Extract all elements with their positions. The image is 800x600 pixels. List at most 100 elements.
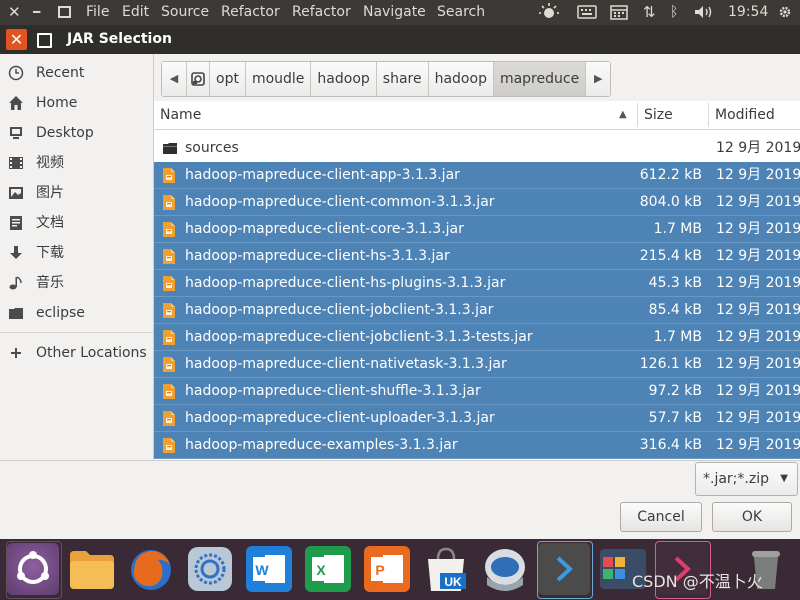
folder-icon [162,140,177,157]
file-name: hadoop-mapreduce-examples-3.1.3.jar [185,437,458,453]
sidebar-item-pictures[interactable]: 图片 [0,178,153,208]
calendar-icon[interactable] [610,0,628,25]
sidebar-item-documents[interactable]: 文档 [0,208,153,238]
file-size: 1.7 MB [653,221,702,237]
installer-icon[interactable] [479,543,531,595]
column-divider[interactable] [708,103,709,127]
list-item[interactable]: hadoop-mapreduce-client-common-3.1.3.jar… [154,189,800,216]
vscode-icon[interactable] [538,543,590,595]
list-item[interactable]: hadoop-mapreduce-client-uploader-3.1.3.j… [154,405,800,432]
jar-file-icon [162,383,176,400]
file-modified: 12 9月 2019 [716,437,800,453]
path-segment-moudle[interactable]: moudle [245,62,312,96]
path-segment-share[interactable]: share [376,62,429,96]
file-name: hadoop-mapreduce-client-common-3.1.3.jar [185,194,495,210]
minimize-window-icon[interactable]: ━ [33,0,40,25]
cancel-button[interactable]: Cancel [620,502,702,532]
clock[interactable]: 19:54 [728,0,768,25]
path-segment-hadoop-2[interactable]: hadoop [428,62,494,96]
sidebar-item-desktop[interactable]: Desktop [0,118,153,148]
menu-refactor[interactable]: Refactor [221,0,280,25]
sidebar-item-eclipse[interactable]: eclipse [0,298,153,328]
dialog-title: JAR Selection [67,31,172,47]
file-size: 57.7 kB [648,410,702,426]
menu-file[interactable]: File [86,0,109,25]
list-item[interactable]: hadoop-mapreduce-client-jobclient-3.1.3.… [154,297,800,324]
svg-text:UK: UK [444,575,462,589]
restore-window-icon[interactable] [58,0,71,25]
jar-file-icon [162,356,176,373]
path-segment-hadoop[interactable]: hadoop [311,62,377,96]
column-divider[interactable] [637,103,638,127]
path-root-button[interactable] [187,62,210,96]
sidebar-divider [0,332,153,333]
jar-file-icon [162,329,176,346]
places-sidebar: Recent Home Desktop 视频 图片 文档 下载 音乐 eclip… [0,54,154,460]
list-item[interactable]: hadoop-mapreduce-examples-3.1.3.jar 316.4… [154,432,800,459]
close-dialog-button[interactable]: ✕ [6,29,27,50]
music-icon [8,275,24,291]
path-scroll-right-button[interactable]: ▶ [586,62,611,96]
menu-source[interactable]: Source [161,0,209,25]
dialog-titlebar: ✕ JAR Selection [0,25,800,54]
volume-icon[interactable] [694,0,714,25]
ubuntu-icon[interactable] [7,543,59,595]
jar-file-icon [162,194,176,211]
path-scroll-left-button[interactable]: ◀ [162,62,187,96]
sidebar-item-recent[interactable]: Recent [0,58,153,88]
impress-icon[interactable]: P [361,543,413,595]
sidebar-item-videos[interactable]: 视频 [0,148,153,178]
power-gear-icon[interactable] [778,0,792,25]
sort-ascending-icon[interactable]: ▲ [619,101,627,129]
menu-navigate[interactable]: Navigate [363,0,426,25]
home-icon [8,95,24,111]
list-item-folder[interactable]: sources 12 9月 2019 [154,135,800,162]
sidebar-item-other-locations[interactable]: Other Locations [0,338,153,368]
sidebar-item-music[interactable]: 音乐 [0,268,153,298]
file-modified: 12 9月 2019 [716,194,800,210]
path-segment-mapreduce[interactable]: mapreduce [493,62,587,96]
list-item[interactable]: hadoop-mapreduce-client-app-3.1.3.jar 612… [154,162,800,189]
close-window-icon[interactable]: ✕ [8,0,21,25]
ok-button[interactable]: OK [712,502,792,532]
calc-icon[interactable]: X [302,543,354,595]
menu-edit[interactable]: Edit [122,0,149,25]
browser-icon[interactable] [184,543,236,595]
sidebar-item-downloads[interactable]: 下载 [0,238,153,268]
file-modified: 12 9月 2019 [716,167,800,183]
sidebar-item-label: 音乐 [36,275,64,291]
sidebar-item-home[interactable]: Home [0,88,153,118]
list-item[interactable]: hadoop-mapreduce-client-hs-plugins-3.1.3… [154,270,800,297]
list-item[interactable]: hadoop-mapreduce-client-nativetask-3.1.3… [154,351,800,378]
menu-search[interactable]: Search [437,0,485,25]
jar-file-icon [162,221,176,238]
files-icon[interactable] [66,543,118,595]
sidebar-item-label: 图片 [36,185,64,201]
file-size: 612.2 kB [639,167,702,183]
writer-icon[interactable]: W [243,543,295,595]
chevron-down-icon: ▼ [780,473,788,484]
file-size: 45.3 kB [648,275,702,291]
path-bar: ◀ opt moudle hadoop share hadoop mapredu… [161,61,612,97]
bluetooth-icon[interactable]: ᛒ [670,0,678,25]
firefox-icon[interactable] [125,543,177,595]
file-modified: 12 9月 2019 [716,302,800,318]
column-header-modified[interactable]: Modified [715,101,775,129]
list-item[interactable]: hadoop-mapreduce-client-shuffle-3.1.3.ja… [154,378,800,405]
network-icon[interactable]: ⇅ [643,0,656,25]
keyboard-icon[interactable] [577,0,597,25]
column-header-size[interactable]: Size [644,101,673,129]
weather-icon[interactable] [538,0,560,25]
column-header-name[interactable]: Name [160,101,201,129]
list-item[interactable]: hadoop-mapreduce-client-hs-3.1.3.jar 215.… [154,243,800,270]
list-item[interactable]: hadoop-mapreduce-client-core-3.1.3.jar 1.… [154,216,800,243]
list-item[interactable]: hadoop-mapreduce-client-jobclient-3.1.3-… [154,324,800,351]
file-type-filter-select[interactable]: *.jar;*.zip ▼ [695,462,798,496]
software-center-icon[interactable]: UK [420,543,472,595]
maximize-dialog-button[interactable] [37,33,52,48]
sidebar-item-label: Home [36,95,78,111]
sidebar-item-label: 视频 [36,155,64,171]
file-size: 97.2 kB [648,383,702,399]
path-segment-opt[interactable]: opt [210,62,246,96]
menu-refactor-2[interactable]: Refactor [292,0,351,25]
